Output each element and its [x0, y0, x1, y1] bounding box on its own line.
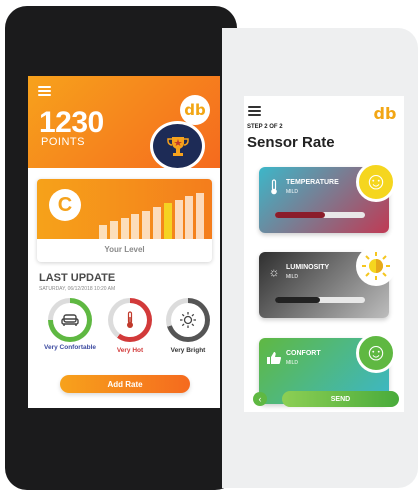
level-label: Your Level [104, 245, 145, 254]
send-button[interactable]: SEND [282, 391, 399, 407]
bright-sun-icon [356, 246, 396, 286]
points-label: POINTS [41, 136, 85, 148]
sensor-name: TEMPERATURE [286, 179, 339, 186]
smiley-icon: ☺ [356, 162, 396, 202]
thermometer-icon [113, 303, 147, 337]
slider-fill [275, 297, 320, 303]
dashboard-screen: db 1230 POINTS C Your Level LAST UPDATE … [28, 76, 220, 408]
brightness-gauge[interactable] [166, 298, 210, 342]
smiley-icon: ☺ [356, 333, 396, 373]
add-rate-button[interactable]: Add Rate [60, 375, 190, 393]
level-bar [99, 225, 107, 239]
level-bar [153, 207, 161, 239]
menu-icon[interactable] [38, 86, 51, 96]
db-logo: db [180, 95, 210, 125]
level-bar [196, 192, 205, 239]
confort-gauge-label: Very Confortable [43, 344, 96, 351]
level-bar [142, 210, 151, 239]
sofa-icon [53, 303, 87, 337]
level-bar [163, 203, 172, 239]
slider-fill [275, 212, 325, 218]
sensor-name: CONFORT [286, 350, 321, 357]
temperature-slider[interactable] [275, 212, 365, 218]
level-bar [109, 221, 118, 239]
menu-icon[interactable] [248, 106, 261, 116]
temperature-gauge-label: Very Hot [116, 347, 144, 354]
trophy-icon [150, 121, 205, 171]
points-value: 1230 [39, 106, 104, 139]
thumbs-up-icon [266, 350, 282, 366]
sensor-sub: MILD [286, 189, 298, 195]
sensor-sub: MILD [286, 274, 298, 280]
level-bar [120, 217, 129, 239]
last-update-date: SATURDAY, 06/12/2018 10:20 AM [39, 286, 116, 292]
sensor-rate-screen: db STEP 2 OF 2 Sensor Rate TEMPERATURE M… [244, 96, 404, 412]
level-card[interactable]: C Your Level [37, 179, 212, 262]
brightness-gauge-label: Very Bright [170, 347, 206, 354]
level-bar [131, 214, 140, 239]
step-indicator: STEP 2 OF 2 [247, 124, 283, 130]
sun-icon: ☼ [268, 265, 280, 279]
last-update-title: LAST UPDATE [39, 272, 116, 284]
level-bar [174, 199, 183, 239]
app-showcase: db 1230 POINTS C Your Level LAST UPDATE … [0, 0, 419, 492]
sun-icon [171, 303, 205, 337]
thermometer-icon [266, 179, 282, 195]
sensor-name: LUMINOSITY [286, 264, 330, 271]
level-bars [99, 191, 209, 239]
page-title: Sensor Rate [247, 134, 335, 151]
sensor-sub: MILD [286, 360, 298, 366]
temperature-gauge[interactable] [108, 298, 152, 342]
db-logo: db [373, 103, 397, 123]
level-bar [185, 196, 194, 239]
luminosity-slider[interactable] [275, 297, 365, 303]
level-banner: C [37, 179, 212, 239]
level-badge: C [49, 189, 81, 221]
confort-gauge[interactable] [48, 298, 92, 342]
back-button[interactable]: ‹ [253, 392, 267, 406]
